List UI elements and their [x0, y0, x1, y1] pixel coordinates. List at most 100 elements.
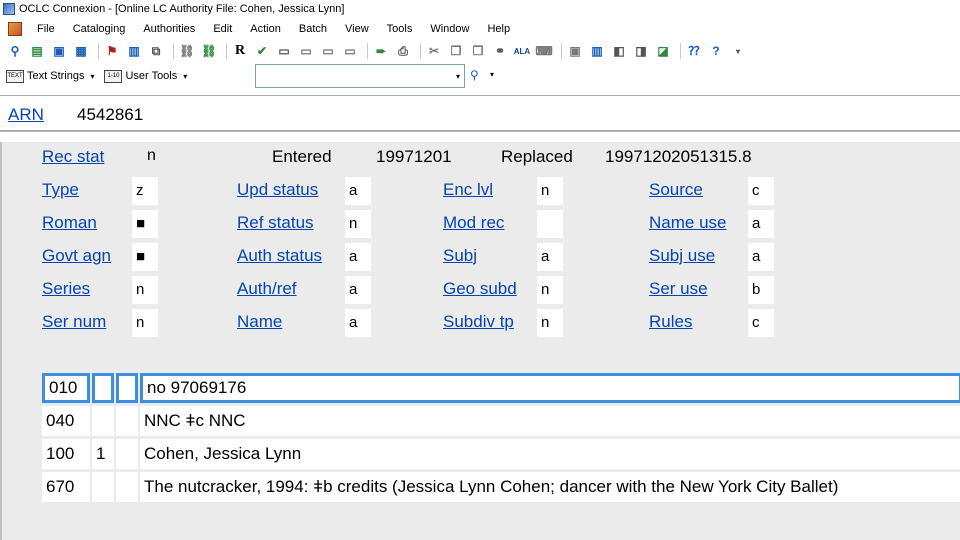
menu-view[interactable]: View [336, 23, 378, 35]
auth-status-value[interactable]: a [345, 243, 371, 271]
name-value[interactable]: a [345, 309, 371, 337]
geo-subd-value[interactable]: n [537, 276, 563, 304]
ref-status-label[interactable]: Ref status [237, 213, 314, 233]
field-indicator-1[interactable] [92, 406, 114, 436]
go-search-icon[interactable]: ⚲ [470, 68, 479, 82]
rec-stat-label[interactable]: Rec stat [42, 147, 104, 167]
field-indicator-1[interactable]: 1 [92, 439, 114, 469]
govt-agn-label[interactable]: Govt agn [42, 246, 111, 266]
help-icon[interactable]: ? [707, 43, 725, 59]
mod-rec-label[interactable]: Mod rec [443, 213, 504, 233]
constant-data-icon[interactable]: ▥ [125, 43, 143, 59]
menu-authorities[interactable]: Authorities [134, 23, 204, 35]
subj-use-label[interactable]: Subj use [649, 246, 715, 266]
field-indicator-2[interactable] [116, 439, 138, 469]
variable-field-row-670[interactable]: 670 The nutcracker, 1994: ǂb credits (Je… [42, 472, 960, 502]
field-tag[interactable]: 670 [42, 472, 90, 502]
keyboard-icon[interactable]: ⌨ [535, 43, 553, 59]
auth-ref-label[interactable]: Auth/ref [237, 279, 297, 299]
send-icon[interactable]: ➨ [372, 43, 390, 59]
field-content[interactable]: NNC ǂc NNC [140, 406, 960, 436]
govt-agn-value[interactable]: ■ [132, 243, 158, 271]
field-tag[interactable]: 100 [42, 439, 90, 469]
print-icon[interactable]: ⎙ [394, 43, 412, 59]
name-use-value[interactable]: a [748, 210, 774, 238]
text-strings-button[interactable]: TEXT Text Strings ▾ [6, 69, 94, 83]
ser-use-value[interactable]: b [748, 276, 774, 304]
arn-link[interactable]: ARN [8, 105, 44, 125]
field-indicator-2[interactable] [116, 472, 138, 502]
cut-icon[interactable]: ✂ [425, 43, 443, 59]
menu-help[interactable]: Help [478, 23, 519, 35]
chevron-down-icon[interactable]: ▾ [490, 70, 494, 79]
name-label[interactable]: Name [237, 312, 282, 332]
field-content[interactable]: no 97069176 [140, 373, 960, 403]
context-help-icon[interactable]: ⁇ [685, 43, 703, 59]
roman-label[interactable]: Roman [42, 213, 97, 233]
series-value[interactable]: n [132, 276, 158, 304]
view-icon[interactable]: ▣ [566, 43, 584, 59]
local-file-icon[interactable]: ▣ [50, 43, 68, 59]
menu-batch[interactable]: Batch [290, 23, 336, 35]
source-label[interactable]: Source [649, 180, 703, 200]
variable-field-row-010[interactable]: 010 no 97069176 [42, 373, 960, 403]
chevron-down-icon[interactable]: ▾ [452, 65, 464, 87]
field-indicator-1[interactable] [92, 472, 114, 502]
rules-label[interactable]: Rules [649, 312, 692, 332]
enc-lvl-value[interactable]: n [537, 177, 563, 205]
ser-num-value[interactable]: n [132, 309, 158, 337]
online-save-icon[interactable]: ▦ [72, 43, 90, 59]
menu-window[interactable]: Window [421, 23, 478, 35]
roman-value[interactable]: ■ [132, 210, 158, 238]
insert-field-icon[interactable]: ▭ [275, 43, 293, 59]
menu-cataloging[interactable]: Cataloging [64, 23, 135, 35]
paste-icon[interactable]: ❐ [469, 43, 487, 59]
link-both-icon[interactable]: ⛓ [200, 43, 218, 59]
type-value[interactable]: z [132, 177, 158, 205]
name-use-label[interactable]: Name use [649, 213, 726, 233]
field-indicator-2[interactable] [116, 406, 138, 436]
menu-tools[interactable]: Tools [378, 23, 422, 35]
upd-status-label[interactable]: Upd status [237, 180, 318, 200]
auth-ref-value[interactable]: a [345, 276, 371, 304]
field-tag[interactable]: 040 [42, 406, 90, 436]
command-combo-box[interactable]: ▾ [255, 64, 465, 88]
menu-action[interactable]: Action [241, 23, 290, 35]
enc-lvl-label[interactable]: Enc lvl [443, 180, 493, 200]
document-icon[interactable] [8, 22, 22, 36]
rules-value[interactable]: c [748, 309, 774, 337]
menu-edit[interactable]: Edit [204, 23, 241, 35]
mod-rec-value[interactable] [537, 210, 563, 238]
list-icon[interactable]: ◪ [654, 43, 672, 59]
upd-status-value[interactable]: a [345, 177, 371, 205]
search-binoculars-icon[interactable]: ⚲ [6, 43, 24, 59]
field-content[interactable]: Cohen, Jessica Lynn [140, 439, 960, 469]
subj-use-value[interactable]: a [748, 243, 774, 271]
user-tools-button[interactable]: 1-10 User Tools ▾ [104, 69, 187, 83]
copy-icon[interactable]: ❐ [447, 43, 465, 59]
subdiv-tp-value[interactable]: n [537, 309, 563, 337]
type-label[interactable]: Type [42, 180, 79, 200]
next-record-icon[interactable]: ◧ [610, 43, 628, 59]
subj-label[interactable]: Subj [443, 246, 477, 266]
browse-icon[interactable]: ▤ [28, 43, 46, 59]
link-icon[interactable]: ⛓ [178, 43, 196, 59]
ref-status-value[interactable]: n [345, 210, 371, 238]
geo-subd-label[interactable]: Geo subd [443, 279, 517, 299]
ala-diacritics-icon[interactable]: ALA [513, 43, 531, 59]
field-tag[interactable]: 010 [42, 373, 90, 403]
ser-use-label[interactable]: Ser use [649, 279, 708, 299]
ser-num-label[interactable]: Ser num [42, 312, 106, 332]
field-indicator-2[interactable] [116, 373, 138, 403]
derive-record-icon[interactable]: ▭ [341, 43, 359, 59]
variable-field-row-040[interactable]: 040 NNC ǂc NNC [42, 406, 960, 436]
prev-record-icon[interactable]: ◨ [632, 43, 650, 59]
variable-field-row-100[interactable]: 100 1 Cohen, Jessica Lynn [42, 439, 960, 469]
auth-status-label[interactable]: Auth status [237, 246, 322, 266]
menu-file[interactable]: File [28, 23, 64, 35]
field-content[interactable]: The nutcracker, 1994: ǂb credits (Jessic… [140, 472, 960, 502]
find-binoculars-icon[interactable]: ⚭ [491, 43, 509, 59]
copy-record-icon[interactable]: ▭ [319, 43, 337, 59]
field-indicator-1[interactable] [92, 373, 114, 403]
reformat-icon[interactable]: ▭ [297, 43, 315, 59]
